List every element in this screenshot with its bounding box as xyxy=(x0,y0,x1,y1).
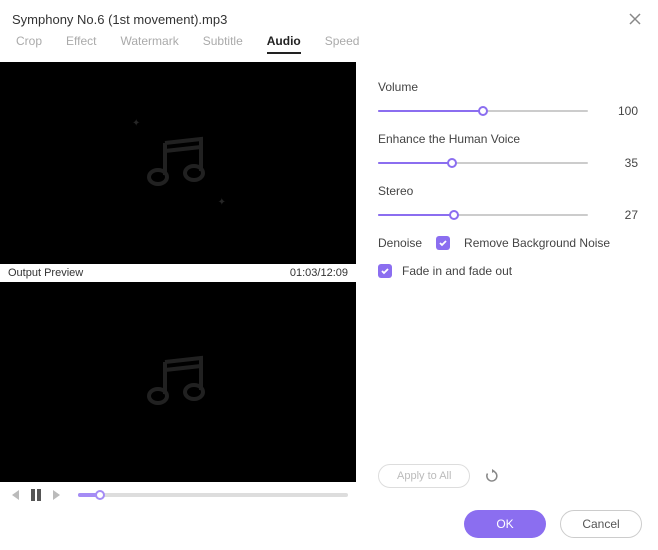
fade-checkbox[interactable] xyxy=(378,264,392,278)
apply-all-button[interactable]: Apply to All xyxy=(378,464,470,488)
music-icon xyxy=(143,135,213,191)
remove-noise-checkbox[interactable] xyxy=(436,236,450,250)
next-button[interactable] xyxy=(50,488,64,502)
pause-icon xyxy=(30,488,42,502)
seek-bar[interactable] xyxy=(78,493,348,497)
check-icon xyxy=(380,266,390,276)
volume-slider[interactable] xyxy=(378,110,588,112)
volume-value: 100 xyxy=(604,104,638,118)
file-title: Symphony No.6 (1st movement).mp3 xyxy=(12,12,227,27)
tab-effect[interactable]: Effect xyxy=(66,34,96,54)
close-icon xyxy=(628,12,642,26)
enhance-slider[interactable] xyxy=(378,162,588,164)
fade-label: Fade in and fade out xyxy=(402,264,512,278)
tab-crop[interactable]: Crop xyxy=(16,34,42,54)
cancel-button[interactable]: Cancel xyxy=(560,510,642,538)
pause-button[interactable] xyxy=(30,488,42,502)
tab-speed[interactable]: Speed xyxy=(325,34,360,54)
reset-icon xyxy=(484,468,500,484)
reset-button[interactable] xyxy=(484,468,500,484)
stereo-value: 27 xyxy=(604,208,638,222)
time-display: 01:03/12:09 xyxy=(290,267,348,279)
prev-icon xyxy=(8,488,22,502)
tab-subtitle[interactable]: Subtitle xyxy=(203,34,243,54)
check-icon xyxy=(438,238,448,248)
output-preview xyxy=(0,282,356,482)
volume-label: Volume xyxy=(378,80,638,94)
tab-bar: Crop Effect Watermark Subtitle Audio Spe… xyxy=(0,34,658,62)
enhance-value: 35 xyxy=(604,156,638,170)
prev-button[interactable] xyxy=(8,488,22,502)
stereo-label: Stereo xyxy=(378,184,638,198)
next-icon xyxy=(50,488,64,502)
source-preview: ✦ ✦ xyxy=(0,62,356,264)
music-icon xyxy=(143,354,213,410)
close-button[interactable] xyxy=(626,10,644,28)
tab-watermark[interactable]: Watermark xyxy=(120,34,178,54)
output-preview-label: Output Preview xyxy=(8,267,83,279)
remove-noise-label: Remove Background Noise xyxy=(464,236,610,250)
enhance-label: Enhance the Human Voice xyxy=(378,132,638,146)
ok-button[interactable]: OK xyxy=(464,510,546,538)
tab-audio[interactable]: Audio xyxy=(267,34,301,54)
denoise-label: Denoise xyxy=(378,236,422,250)
stereo-slider[interactable] xyxy=(378,214,588,216)
